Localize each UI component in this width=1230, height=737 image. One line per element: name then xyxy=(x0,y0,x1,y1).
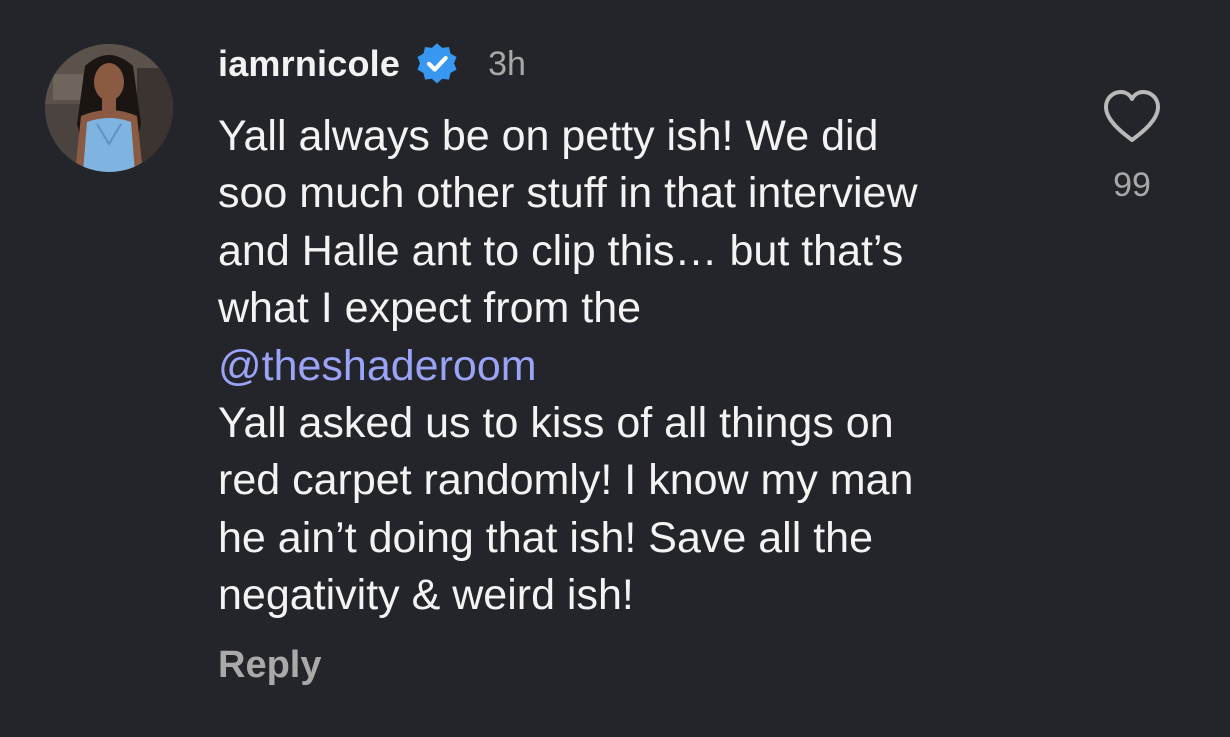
verified-badge-icon xyxy=(414,41,460,87)
comment-text-line: soo much other stuff in that interview xyxy=(218,169,918,218)
comment-text-line: Yall always be on petty ish! We did xyxy=(218,112,879,160)
comment-text-line: red carpet randomly! I know my man xyxy=(218,456,914,505)
comment-item: iamrnicole 3h Yall always be on petty is… xyxy=(0,0,1230,737)
username-link[interactable]: iamrnicole xyxy=(218,43,400,85)
comment-text-line: he ain’t doing that ish! Save all the xyxy=(218,513,873,562)
mention-link[interactable]: @theshaderoom xyxy=(218,338,1068,395)
like-count: 99 xyxy=(1113,166,1151,204)
comment-text-line: and Halle ant to clip this… but that’s xyxy=(218,226,904,275)
avatar-image xyxy=(45,44,173,172)
comment-text: Yall always be on petty ish! We did soo … xyxy=(218,108,1068,625)
comment-text-line: negativity & weird ish! xyxy=(218,571,634,620)
reply-button[interactable]: Reply xyxy=(218,644,321,687)
like-button[interactable] xyxy=(1100,88,1164,146)
avatar[interactable] xyxy=(45,44,173,172)
comment-header: iamrnicole 3h xyxy=(218,36,526,92)
comment-timestamp: 3h xyxy=(488,44,526,83)
comment-text-line: what I expect from the xyxy=(218,284,642,333)
heart-icon xyxy=(1104,90,1160,142)
comment-text-line: Yall asked us to kiss of all things on xyxy=(218,399,894,448)
